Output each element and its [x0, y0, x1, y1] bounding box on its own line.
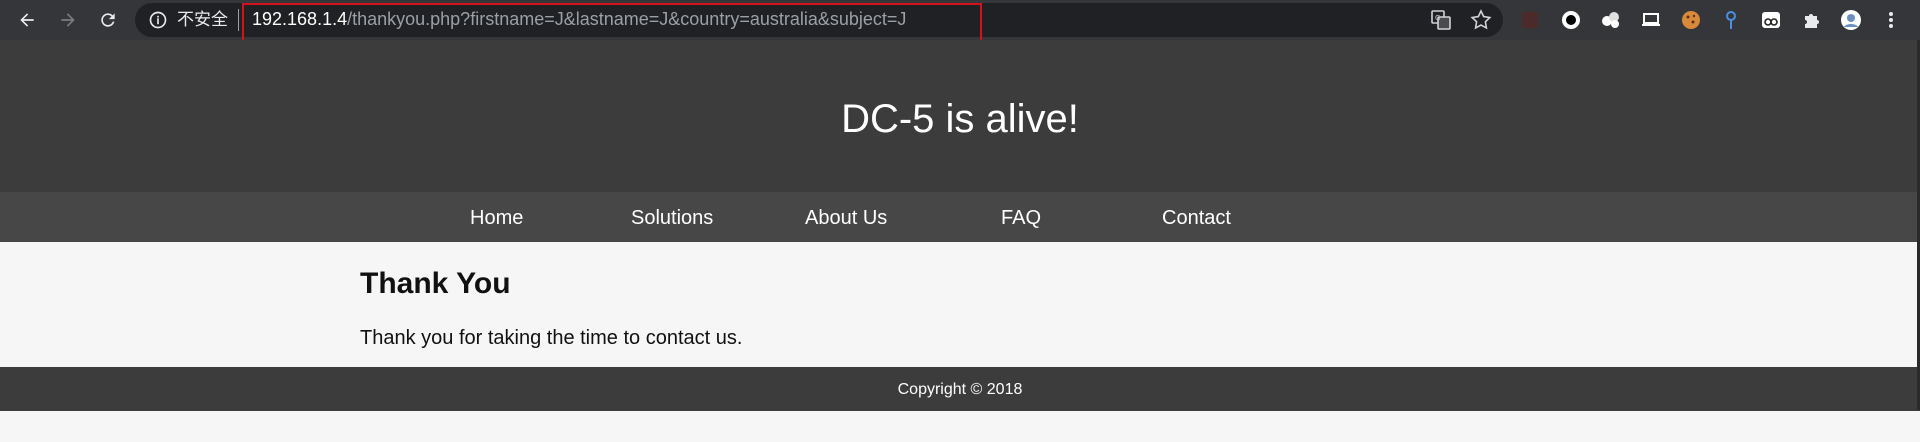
site-footer: Copyright © 2018 [0, 367, 1920, 411]
info-icon[interactable] [148, 10, 168, 30]
star-icon[interactable] [1469, 8, 1493, 32]
thank-you-message: Thank you for taking the time to contact… [360, 327, 743, 349]
nav-faq[interactable]: FAQ [1001, 206, 1041, 230]
page-heading: Thank You [360, 267, 511, 300]
reload-icon [101, 13, 115, 27]
nav-home[interactable]: Home [470, 206, 523, 230]
nav-about-us[interactable]: About Us [805, 206, 887, 230]
extension-glasses-icon[interactable] [1758, 7, 1784, 33]
extension-laptop-icon[interactable] [1638, 7, 1664, 33]
reload-button[interactable] [92, 4, 124, 36]
extension-dark-icon[interactable] [1517, 7, 1543, 33]
svg-text:G: G [1435, 14, 1440, 22]
copyright-text: Copyright © 2018 [897, 381, 1023, 398]
profile-avatar[interactable] [1838, 7, 1864, 33]
browser-toolbar: 不安全 192.168.1.4/thankyou.php?firstname=J… [0, 0, 1920, 51]
forward-icon [61, 13, 75, 27]
menu-icon[interactable] [1878, 7, 1904, 33]
translate-icon[interactable]: G [1429, 8, 1453, 32]
site-title: DC-5 is alive! [841, 97, 1079, 141]
security-label[interactable]: 不安全 [177, 9, 228, 31]
omnibox-separator [238, 9, 239, 31]
extension-cluster-icon[interactable] [1598, 7, 1624, 33]
forward-button[interactable] [52, 4, 84, 36]
nav-contact[interactable]: Contact [1162, 206, 1231, 230]
back-button[interactable] [11, 4, 43, 36]
extension-circle-icon[interactable] [1558, 7, 1584, 33]
puzzle-icon[interactable] [1799, 7, 1825, 33]
nav-solutions[interactable]: Solutions [631, 206, 713, 230]
main-content: Thank You Thank you for taking the time … [0, 242, 1920, 367]
site-header: DC-5 is alive! [0, 40, 1920, 192]
site-nav: Home Solutions About Us FAQ Contact [0, 192, 1920, 242]
extension-cookie-icon[interactable] [1678, 7, 1704, 33]
back-icon [20, 13, 34, 27]
extension-pin-icon[interactable] [1718, 7, 1744, 33]
